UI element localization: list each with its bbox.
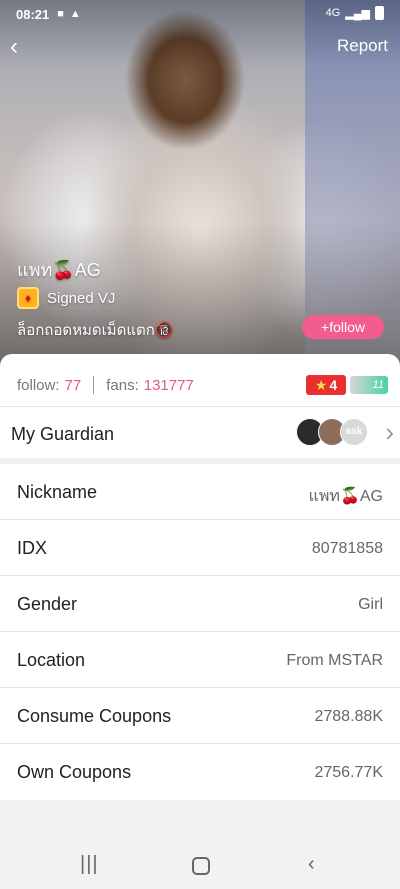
signed-vj-row: ♦ Signed VJ: [17, 287, 115, 309]
report-button[interactable]: Report: [337, 36, 388, 56]
status-right: 4G ▂▄▆: [326, 6, 384, 20]
follow-count[interactable]: 77: [65, 377, 82, 394]
list-item-gender: Gender Girl: [0, 576, 400, 632]
follow-stats: follow: 77 fans: 131777: [17, 376, 194, 394]
detail-value: 2756.77K: [314, 764, 383, 781]
list-item-own-coupons: Own Coupons 2756.77K: [0, 744, 400, 800]
vj-badge-icon: ♦: [17, 287, 39, 309]
fans-label: fans:: [106, 376, 139, 394]
home-icon[interactable]: [192, 857, 210, 875]
stats-divider: [93, 376, 95, 394]
recents-icon[interactable]: |||: [80, 853, 99, 876]
follow-button[interactable]: +follow: [302, 315, 384, 339]
avatar: ask: [340, 418, 368, 446]
system-nav-bar: ||| ‹: [0, 841, 400, 889]
detail-label: Own Coupons: [17, 762, 132, 782]
back-button[interactable]: ‹: [10, 34, 38, 62]
list-item-location: Location From MSTAR: [0, 632, 400, 688]
warning-icon: ▲: [69, 8, 81, 20]
level-badge: ★ 4: [306, 375, 346, 395]
guardian-label[interactable]: My Guardian: [11, 424, 114, 445]
detail-value: 2788.88K: [314, 708, 383, 725]
list-item-idx: IDX 80781858: [0, 520, 400, 576]
chevron-right-icon[interactable]: ›: [385, 418, 394, 446]
list-item-nickname: Nickname แพท🍒AG: [0, 464, 400, 520]
guardian-avatars[interactable]: ask: [296, 418, 368, 446]
status-time: 08:21: [16, 6, 50, 22]
detail-value: Girl: [358, 596, 383, 613]
network-label: 4G: [325, 7, 341, 19]
list-item-consume-coupons: Consume Coupons 2788.88K: [0, 688, 400, 744]
level-value: 4: [329, 377, 338, 393]
vip-badge: 11: [350, 376, 388, 394]
detail-label: Consume Coupons: [17, 706, 172, 726]
status-bar: 08:21 ■ ▲ 4G ▂▄▆: [0, 0, 400, 28]
vip-value: 11: [372, 379, 384, 391]
video-icon: ■: [57, 8, 64, 20]
detail-value: แพท🍒AG: [308, 488, 383, 505]
profile-bio: ล็อกถอดหมดเม็ดแตก🔞: [17, 322, 174, 339]
empty-area: [0, 801, 400, 841]
fans-count[interactable]: 131777: [144, 377, 194, 394]
detail-label: Nickname: [17, 482, 98, 502]
follow-label: follow:: [17, 376, 60, 394]
detail-label: Location: [17, 650, 86, 670]
profile-details-list: Nickname แพท🍒AG IDX 80781858 Gender Girl…: [0, 464, 400, 800]
signed-label: Signed VJ: [47, 289, 116, 307]
signal-icon: ▂▄▆: [345, 7, 370, 20]
star-icon: ★: [314, 377, 328, 393]
detail-value: 80781858: [311, 540, 383, 557]
detail-label: Gender: [17, 594, 78, 614]
chevron-left-icon: ‹: [10, 33, 18, 60]
detail-value: From MSTAR: [286, 652, 383, 669]
divider: [0, 406, 400, 407]
profile-stats-card: follow: 77 fans: 131777 ★ 4 11 My Guardia…: [0, 354, 400, 458]
detail-label: IDX: [17, 538, 48, 558]
profile-name: แพท🍒AG: [17, 260, 101, 280]
battery-icon: [375, 6, 384, 20]
back-nav-icon[interactable]: ‹: [308, 853, 315, 876]
